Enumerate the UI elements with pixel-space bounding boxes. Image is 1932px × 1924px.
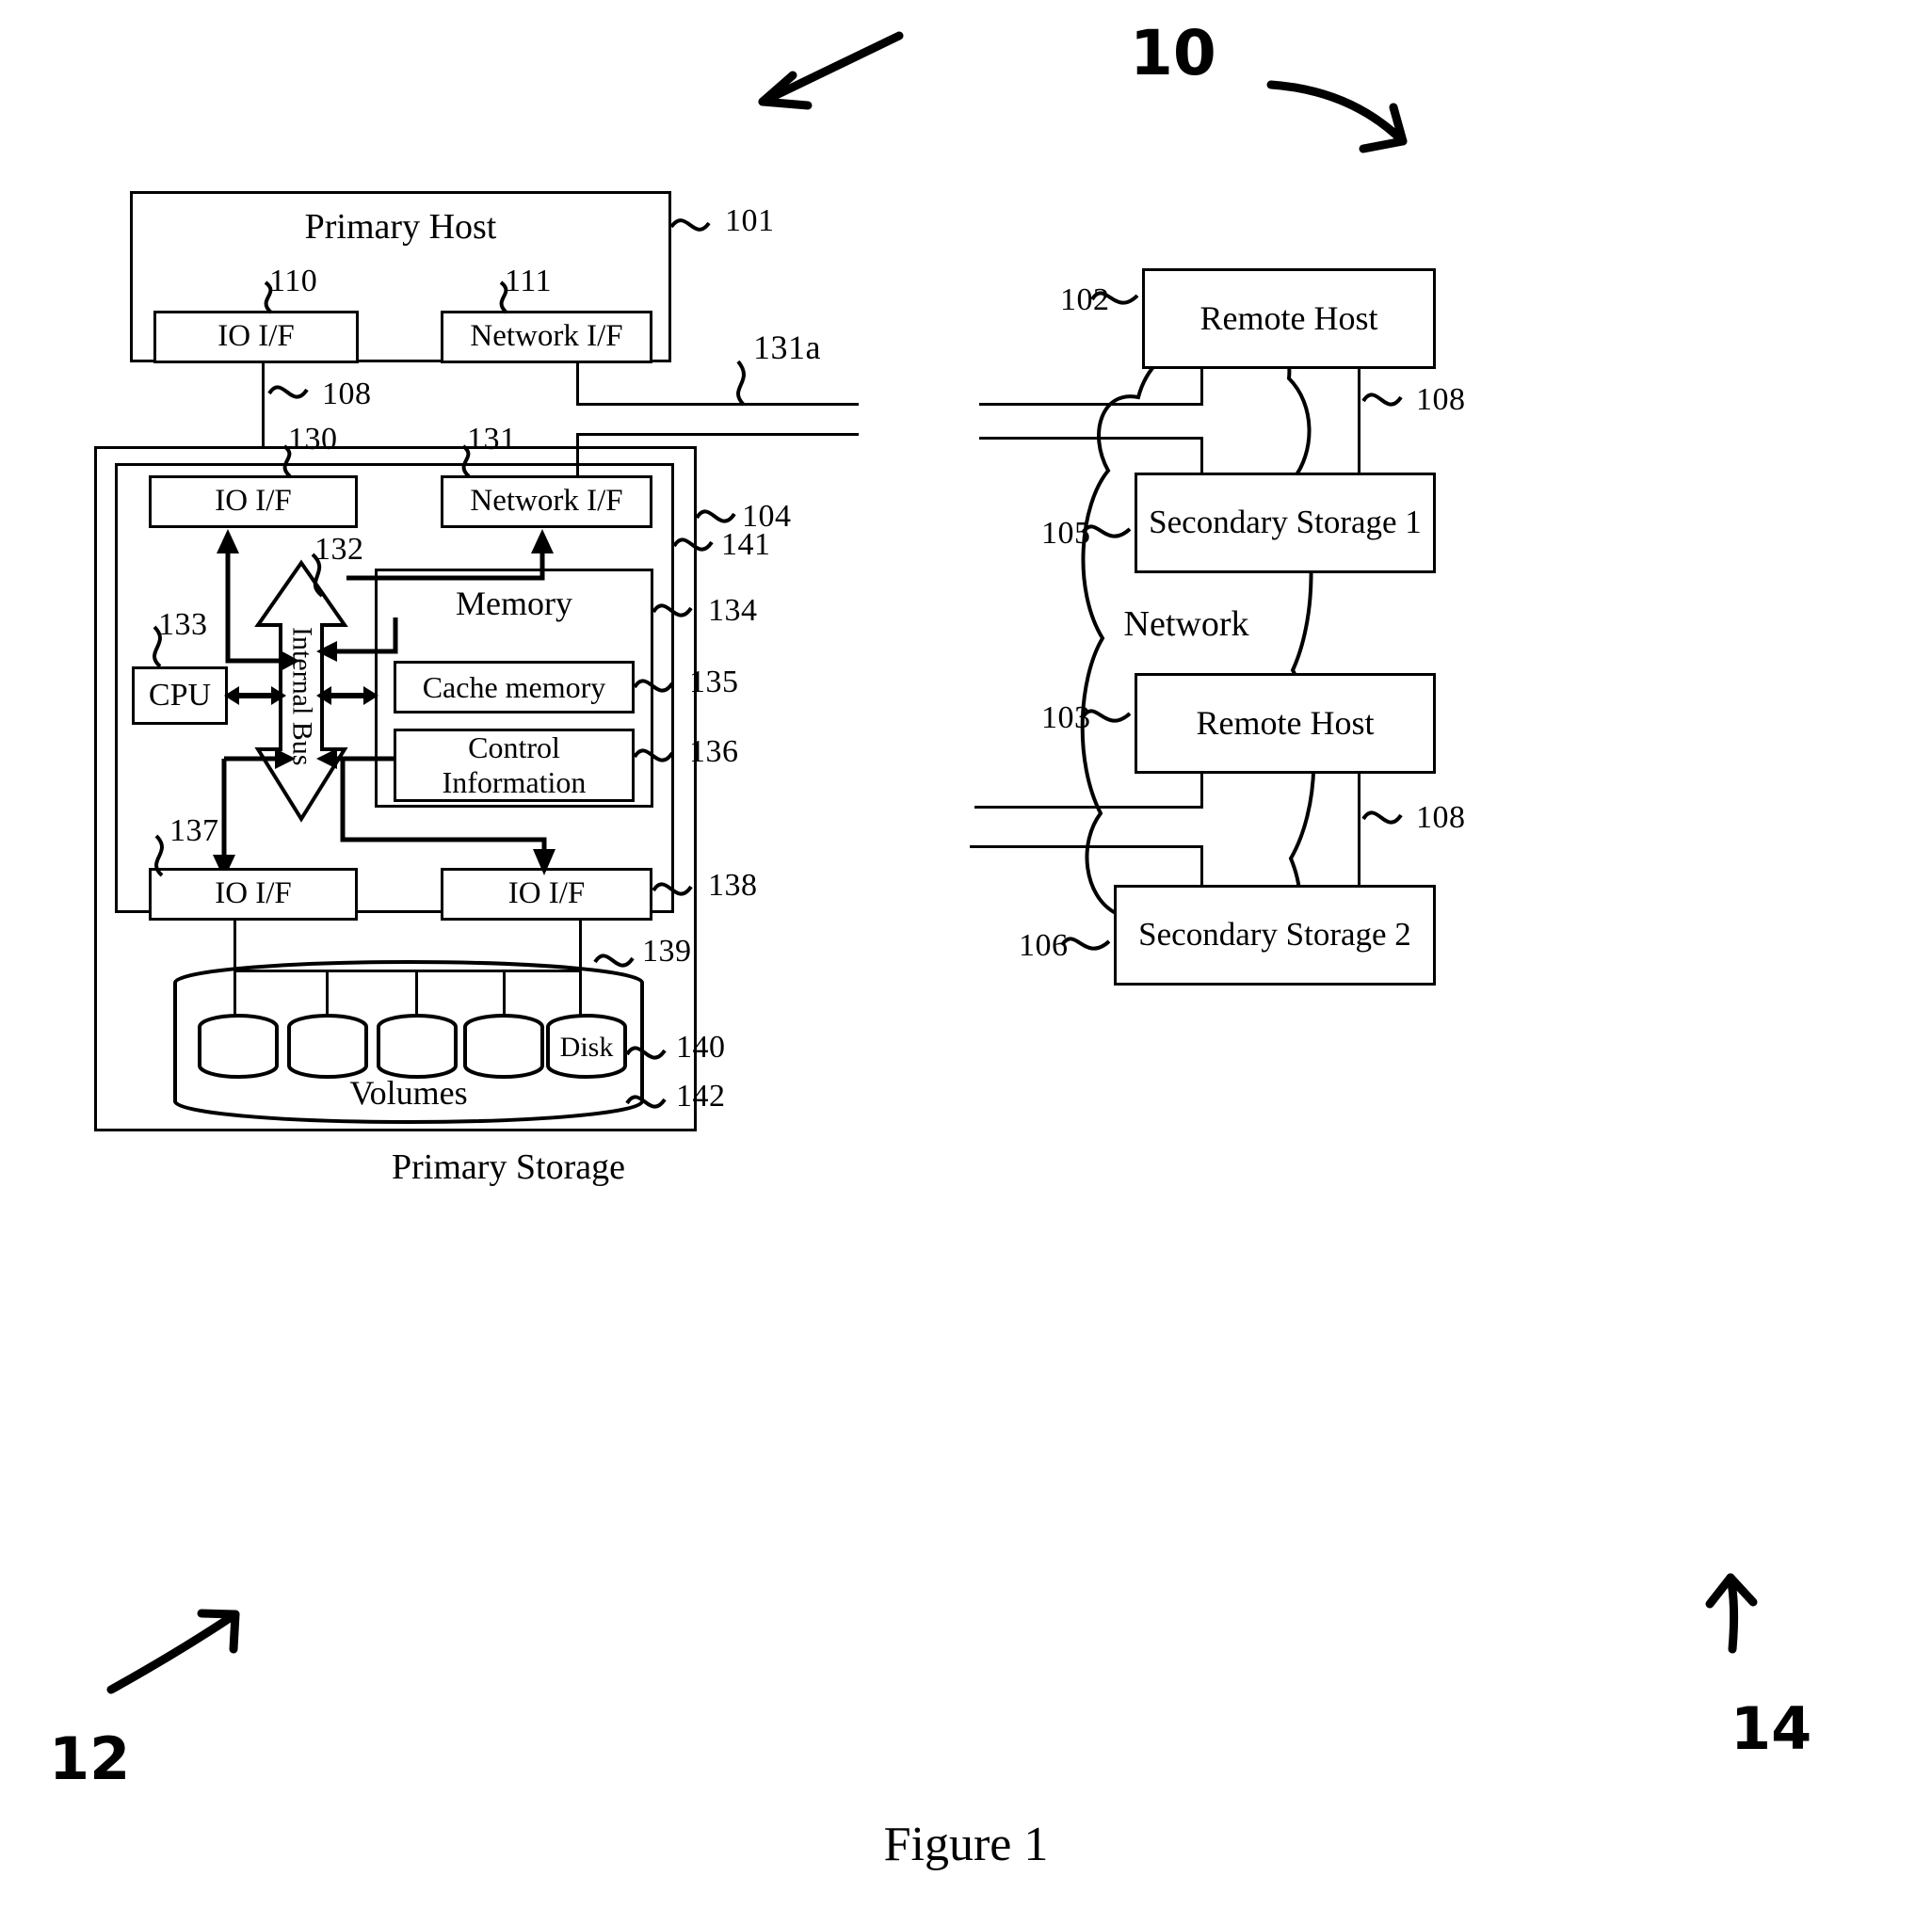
network-cloud: [1080, 323, 1316, 965]
ref-101: 101: [725, 203, 775, 238]
ref-138: 138: [708, 868, 758, 903]
remote-host-1-riser: [1200, 369, 1203, 405]
arrow-cpu-bus: [224, 686, 286, 705]
volume-disk-1: [198, 1014, 279, 1079]
secondary-storage-2-label: Secondary Storage 2: [1138, 916, 1411, 954]
arrow-bus-to-io-if: [217, 529, 299, 672]
ref-103: 103: [1041, 700, 1091, 735]
handwritten-arrow-bottom-left: [106, 1609, 240, 1694]
arrow-lower-io-to-bus: [213, 748, 296, 879]
ref-111: 111: [505, 264, 552, 298]
ref-140: 140: [676, 1030, 726, 1065]
disk-link-a: [233, 921, 236, 1017]
cloud-to-secondary-1: [979, 437, 1203, 440]
remote-host-2-to-secondary-2: [1358, 774, 1360, 885]
memory-label: Memory: [456, 585, 572, 623]
storage-net-riser: [576, 433, 579, 478]
cloud-to-secondary-2: [970, 845, 1203, 848]
remote-host-2-label: Remote Host: [1196, 703, 1375, 742]
figure-caption: Figure 1: [883, 1818, 1049, 1871]
ref-102: 102: [1060, 282, 1110, 317]
ref-108-b: 108: [1416, 382, 1466, 417]
lead-108-d: [1817, 382, 1827, 392]
remote-host-2-riser: [1200, 774, 1203, 808]
ref-105: 105: [1041, 516, 1091, 551]
primary-host-label: Primary Host: [304, 207, 497, 248]
remote-host-1-label: Remote Host: [1199, 298, 1378, 337]
cloud-to-remote-host-1: [979, 403, 1203, 406]
ref-131: 131: [467, 422, 517, 457]
cache-memory-label: Cache memory: [422, 669, 606, 704]
ref-131a: 131a: [753, 329, 821, 366]
ref-136: 136: [689, 734, 739, 769]
cloud-to-remote-host-2: [974, 806, 1203, 809]
arrow-bus-memory: [316, 686, 378, 705]
ref-134: 134: [708, 593, 758, 628]
secondary-2-riser: [1200, 845, 1203, 887]
arrow-memory-to-net-if: [346, 529, 554, 581]
ref-108-c: 108: [1416, 800, 1466, 835]
ref-141: 141: [721, 527, 771, 562]
storage-net-to-cloud: [576, 433, 859, 436]
disk-link-b: [326, 970, 329, 1017]
lead-106: [1060, 937, 1111, 951]
volume-disk-4: [463, 1014, 544, 1079]
lead-103: [1081, 709, 1132, 723]
ref-137: 137: [169, 813, 219, 848]
ref-108-a: 108: [322, 377, 372, 411]
disk-link-d: [503, 970, 506, 1017]
handwritten-arrow-bottom-right: [1705, 1573, 1758, 1654]
handwritten-12: 12: [49, 1724, 131, 1793]
link-host-net-down: [576, 363, 579, 405]
link-host-net-to-cloud: [576, 403, 859, 406]
host-network-if-label: Network I/F: [470, 319, 623, 354]
primary-storage-label: Primary Storage: [391, 1147, 625, 1188]
handwritten-arrow-left: [758, 31, 904, 110]
ref-142: 142: [676, 1079, 726, 1114]
ref-130: 130: [288, 422, 338, 457]
ref-139: 139: [642, 934, 692, 969]
ref-133: 133: [158, 607, 208, 642]
secondary-1-riser: [1200, 437, 1203, 474]
arrow-control-to-right-io: [340, 759, 555, 875]
lead-105: [1081, 524, 1132, 538]
disk-label: Disk: [559, 1031, 614, 1063]
network-label: Network: [1123, 604, 1249, 645]
ref-135: 135: [689, 665, 739, 699]
handwritten-arrow-right: [1266, 80, 1408, 153]
figure-canvas: 10 12 14 Primary Host 101 IO I/F 110 Net…: [0, 0, 1932, 1924]
disk-link-rail: [233, 970, 582, 972]
handwritten-14: 14: [1731, 1694, 1812, 1763]
disk-link-e: [579, 921, 582, 1017]
lead-131a: [736, 360, 746, 407]
secondary-storage-1-label: Secondary Storage 1: [1149, 504, 1422, 541]
volume-disk-2: [287, 1014, 368, 1079]
cpu-label: CPU: [148, 678, 212, 713]
ref-110: 110: [269, 264, 318, 298]
disk-link-c: [415, 970, 418, 1017]
handwritten-10: 10: [1130, 17, 1216, 89]
remote-host-1-to-secondary-1: [1358, 369, 1360, 473]
ref-106: 106: [1019, 928, 1069, 963]
volume-disk-3: [377, 1014, 458, 1079]
arrow-memory-to-bus-upper: [316, 617, 398, 662]
